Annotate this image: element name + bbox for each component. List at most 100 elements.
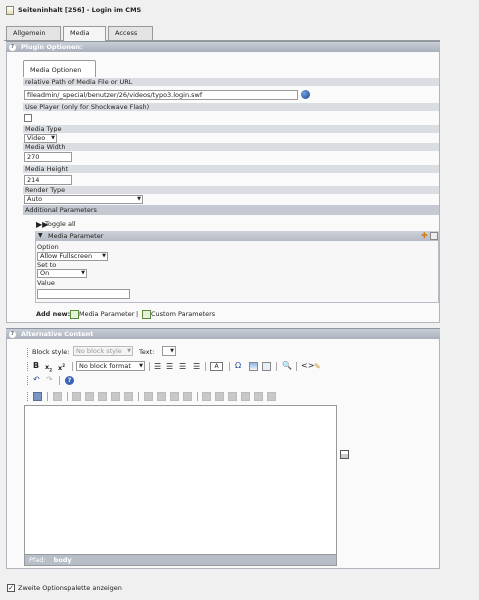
row-insert-after-icon[interactable] [85, 392, 94, 401]
additional-params-header: Additional Parameters [23, 205, 439, 215]
media-path-input[interactable] [24, 90, 298, 100]
media-type-select[interactable]: Video ▼ [24, 134, 57, 143]
toolbar-separator [276, 362, 277, 371]
move-icon[interactable]: ✚ [421, 232, 429, 240]
add-media-parameter-link[interactable]: Media Parameter [79, 310, 134, 319]
set-to-value: On [40, 269, 50, 277]
render-type-label: Render Type [25, 186, 66, 194]
wizard-icon[interactable] [340, 450, 349, 459]
globe-browse-icon[interactable] [301, 90, 310, 99]
alternative-content-header: ? Alternative Content [6, 328, 440, 339]
clean-icon[interactable]: ✎ [314, 362, 321, 371]
special-character-icon[interactable]: Ω [235, 361, 241, 371]
tab-label: Media [70, 29, 90, 37]
second-options-checkbox[interactable]: ✓ [7, 584, 15, 592]
cell-properties-icon[interactable] [202, 392, 211, 401]
media-height-label-row: Media Height [23, 165, 439, 173]
block-style-select[interactable]: No block style ▼ [73, 346, 133, 356]
media-width-input[interactable] [24, 152, 72, 162]
indent-icon[interactable]: ☰ [193, 362, 200, 371]
option-select[interactable]: Allow Fullscreen ▼ [37, 252, 108, 261]
toolbar-separator [296, 362, 297, 371]
use-player-label-row: Use Player (only for Shockwave Flash) [23, 103, 439, 111]
undo-icon[interactable]: ↶ [33, 375, 40, 385]
column-split-icon[interactable] [183, 392, 192, 401]
tab-access[interactable]: Access [108, 26, 153, 40]
text-style-select[interactable]: ▼ [162, 346, 176, 356]
text-style-icon[interactable]: A [210, 362, 223, 371]
use-player-label: Use Player (only for Shockwave Flash) [25, 103, 150, 111]
render-type-label-row: Render Type [23, 186, 439, 194]
triangle-down-icon: ▼ [38, 232, 43, 239]
source-code-icon[interactable]: <> [301, 361, 314, 371]
row-insert-before-icon[interactable] [72, 392, 81, 401]
insert-image-icon[interactable] [249, 362, 258, 371]
outdent-icon[interactable]: ☰ [179, 362, 186, 371]
tab-allgemein[interactable]: Allgemein [6, 26, 61, 40]
cell-merge-icon[interactable] [267, 392, 276, 401]
add-separator: | [136, 310, 139, 318]
media-type-label-row: Media Type [23, 125, 439, 133]
chevron-down-icon: ▼ [139, 363, 143, 369]
column-delete-icon[interactable] [170, 392, 179, 401]
block-format-select[interactable]: No block format ▼ [76, 361, 145, 371]
use-player-checkbox[interactable] [24, 114, 32, 122]
ordered-list-icon[interactable]: ☰ [154, 362, 161, 371]
toolbar-grip [27, 348, 29, 357]
page-content-icon [6, 6, 14, 15]
column-properties-icon[interactable] [124, 392, 133, 401]
cell-split-icon[interactable] [254, 392, 263, 401]
unordered-list-icon[interactable]: ☰ [166, 362, 173, 371]
add-media-parameter-icon[interactable] [70, 310, 79, 319]
chevron-down-icon: ▼ [137, 196, 141, 202]
set-to-label: Set to [37, 261, 57, 269]
toolbar-separator [138, 392, 139, 401]
toolbar-separator [47, 392, 48, 401]
rte-editor-area[interactable] [24, 405, 337, 555]
insert-table-icon[interactable] [262, 362, 271, 371]
chevron-down-icon: ▼ [81, 270, 85, 276]
column-insert-before-icon[interactable] [144, 392, 153, 401]
value-input[interactable] [37, 289, 130, 299]
help-icon[interactable]: ? [9, 44, 16, 51]
add-custom-parameters-link[interactable]: Custom Parameters [151, 310, 215, 319]
text-style-label: Text: [139, 348, 155, 356]
toolbar-separator [59, 376, 60, 385]
toolbar-grip [27, 362, 29, 371]
media-height-input[interactable] [24, 175, 72, 185]
cell-insert-before-icon[interactable] [215, 392, 224, 401]
add-custom-parameters-icon[interactable] [142, 310, 151, 319]
section-title: Plugin Optionen: [21, 43, 83, 51]
bold-button[interactable]: B [33, 361, 39, 371]
chevron-down-icon: ▼ [51, 135, 55, 141]
set-to-select[interactable]: On ▼ [37, 269, 87, 278]
cell-insert-after-icon[interactable] [228, 392, 237, 401]
second-options-label[interactable]: Zweite Optionspalette anzeigen [18, 584, 122, 592]
chevron-down-icon: ▼ [127, 348, 131, 354]
redo-icon[interactable]: ↷ [46, 375, 53, 385]
media-height-label: Media Height [25, 165, 69, 173]
delete-icon[interactable] [430, 232, 438, 240]
render-type-select[interactable]: Auto ▼ [24, 195, 143, 204]
help-icon[interactable]: ? [65, 376, 74, 385]
cell-delete-icon[interactable] [241, 392, 250, 401]
row-properties-icon[interactable] [53, 392, 62, 401]
media-parameter-header[interactable]: ▼ Media Parameter [35, 231, 439, 241]
toolbar-separator [149, 362, 150, 371]
find-icon[interactable]: 🔍 [282, 361, 292, 371]
block-format-value: No block format [79, 362, 131, 370]
column-insert-after-icon[interactable] [157, 392, 166, 401]
toggle-all-label[interactable]: Toggle all [45, 220, 76, 229]
media-width-label-row: Media Width [23, 143, 439, 151]
row-delete-icon[interactable] [98, 392, 107, 401]
render-type-value: Auto [27, 195, 43, 203]
path-label-row: relative Path of Media File or URL [23, 78, 439, 86]
path-value[interactable]: body [54, 556, 72, 564]
tab-media[interactable]: Media [63, 26, 106, 41]
table-properties-icon[interactable] [33, 392, 42, 401]
superscript-button[interactable]: x2 [58, 361, 65, 373]
subscript-button[interactable]: x2 [45, 362, 52, 375]
media-parameter-title: Media Parameter [48, 232, 104, 240]
help-icon[interactable]: ? [9, 331, 16, 338]
row-split-icon[interactable] [111, 392, 120, 401]
